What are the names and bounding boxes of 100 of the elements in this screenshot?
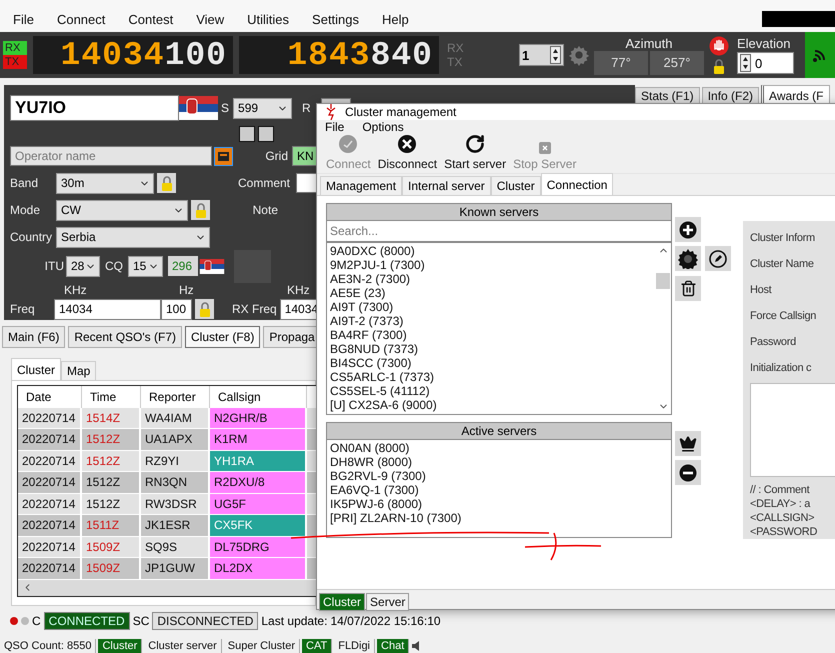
table-cell: R2DXU/8 bbox=[210, 472, 307, 494]
menu-item[interactable]: File bbox=[0, 12, 44, 27]
new-badge-icon bbox=[678, 248, 698, 268]
tab[interactable]: Map bbox=[61, 361, 96, 380]
tab[interactable]: Cluster bbox=[319, 593, 366, 611]
list-item[interactable]: CS5ARLC-1 (7373) bbox=[330, 370, 655, 384]
add-button[interactable] bbox=[675, 217, 701, 242]
lock-icon bbox=[713, 59, 725, 74]
menu-item[interactable]: Connect bbox=[44, 12, 116, 27]
spinner-arrows-icon[interactable] bbox=[550, 46, 561, 64]
callsign-field[interactable]: YU7IO bbox=[10, 95, 179, 121]
azimuth-value: 77° bbox=[594, 50, 648, 74]
menu-item[interactable]: Contest bbox=[115, 12, 184, 27]
settings-icon[interactable] bbox=[568, 44, 590, 66]
azimuth-value: 257° bbox=[650, 50, 704, 74]
band-select[interactable]: 30m bbox=[56, 172, 154, 194]
primary-button[interactable] bbox=[675, 431, 701, 456]
cluster-label: C bbox=[32, 614, 41, 628]
card-button[interactable] bbox=[214, 146, 233, 166]
field-label: Password bbox=[750, 335, 797, 350]
table-cell: 20220714 bbox=[18, 429, 82, 450]
hint-text: <CALLSIGN> bbox=[750, 511, 816, 525]
toolbar-button[interactable]: Start server bbox=[444, 134, 506, 171]
tab[interactable]: Cluster bbox=[490, 176, 541, 195]
list-item[interactable]: DH8WR (8000) bbox=[330, 455, 671, 469]
table-cell: 20220714 bbox=[18, 515, 82, 536]
tab[interactable]: Internal server bbox=[402, 176, 491, 195]
country-select[interactable]: Serbia bbox=[56, 226, 210, 248]
list-item[interactable]: AI9T-2 (7373) bbox=[330, 314, 655, 328]
flag-icon bbox=[179, 96, 218, 120]
menu-item[interactable]: Options bbox=[362, 120, 404, 134]
list-item[interactable]: 9M2PJU-1 (7300) bbox=[330, 258, 655, 272]
frequency-display: 14034100 bbox=[33, 36, 233, 74]
scroll-thumb[interactable] bbox=[656, 273, 670, 289]
list-item[interactable]: BA4RF (7300) bbox=[330, 328, 655, 342]
table-cell: 1512Z bbox=[82, 429, 141, 450]
new-button[interactable] bbox=[675, 246, 701, 271]
list-item[interactable]: AI9T (7300) bbox=[330, 300, 655, 314]
table-cell: 1512Z bbox=[82, 472, 141, 494]
list-item[interactable]: IK5PWJ-6 (8000) bbox=[330, 497, 671, 511]
cq-label: CQ bbox=[105, 259, 123, 273]
initialization-commands-field[interactable] bbox=[750, 383, 835, 477]
menu-item[interactable]: Utilities bbox=[234, 12, 300, 27]
frequency-hz-field[interactable]: 100 bbox=[161, 298, 192, 320]
operator-name-field[interactable]: Operator name bbox=[10, 146, 212, 166]
list-item[interactable]: BG2RVL-9 (7300) bbox=[330, 469, 671, 483]
horizontal-scrollbar[interactable] bbox=[18, 580, 317, 596]
itu-select[interactable]: 28 bbox=[66, 256, 100, 276]
rotator-spinner[interactable]: 1 bbox=[519, 44, 564, 66]
remove-button[interactable] bbox=[675, 460, 701, 485]
elevation-spinner[interactable]: 0 bbox=[737, 52, 794, 74]
freq-label: Freq bbox=[10, 302, 36, 316]
menu-item[interactable]: Help bbox=[369, 12, 419, 27]
list-item[interactable]: EA6VQ-1 (7300) bbox=[330, 483, 671, 497]
country-label: Country bbox=[10, 230, 54, 244]
mode-label: Mode bbox=[10, 203, 42, 217]
spinner-arrows-icon[interactable] bbox=[740, 54, 751, 72]
list-item[interactable]: BG8NUD (7373) bbox=[330, 342, 655, 356]
list-item[interactable]: ON0AN (8000) bbox=[330, 441, 671, 455]
plus-circle-icon bbox=[679, 220, 697, 238]
table-cell: N2GHR/B bbox=[210, 408, 307, 429]
tab[interactable]: Cluster (F8) bbox=[185, 326, 260, 348]
tab[interactable]: Connection bbox=[540, 173, 614, 195]
frequency-khz-field[interactable]: 14034 bbox=[54, 298, 161, 320]
list-item[interactable]: AE5E (23) bbox=[330, 286, 655, 300]
search-field[interactable]: Search... bbox=[326, 221, 672, 243]
list-item[interactable]: 9A0DXC (8000) bbox=[330, 244, 655, 258]
list-item[interactable]: AE3N-2 (7300) bbox=[330, 272, 655, 286]
lock-button[interactable] bbox=[195, 299, 214, 319]
toolbar-button[interactable]: Disconnect bbox=[378, 134, 438, 171]
delete-button[interactable] bbox=[675, 276, 701, 301]
menu-item[interactable]: Settings bbox=[299, 12, 370, 27]
list-item[interactable]: [U] CX2SA-6 (9000) bbox=[330, 398, 655, 412]
stop-hand-icon[interactable] bbox=[709, 36, 729, 56]
table-cell: 20220714 bbox=[18, 408, 82, 429]
table-cell: 1512Z bbox=[82, 494, 141, 515]
tab[interactable]: Cluster bbox=[11, 358, 62, 380]
list-item[interactable]: BI4SCC (7300) bbox=[330, 356, 655, 370]
lock-icon bbox=[194, 202, 206, 218]
itu-label: ITU bbox=[44, 259, 64, 273]
lock-button[interactable] bbox=[157, 173, 176, 193]
menu-item[interactable]: File bbox=[325, 120, 344, 134]
table-cell: 1514Z bbox=[82, 408, 141, 429]
flag-icon bbox=[198, 258, 226, 274]
menu-item[interactable]: View bbox=[183, 12, 234, 27]
status-dot bbox=[10, 617, 18, 625]
edit-icon bbox=[709, 250, 727, 268]
tab[interactable]: Server bbox=[366, 593, 410, 611]
mode-select[interactable]: CW bbox=[56, 200, 188, 220]
cq-select[interactable]: 15 bbox=[128, 256, 163, 276]
list-item[interactable]: [PRI] ZL2ARN-10 (7300) bbox=[330, 511, 671, 525]
lock-button[interactable] bbox=[191, 200, 210, 220]
hz-label: Hz bbox=[179, 283, 195, 297]
edit-button[interactable] bbox=[705, 246, 731, 271]
list-item[interactable]: CS5SEL-5 (41112) bbox=[330, 384, 655, 398]
tab[interactable]: Main (F6) bbox=[2, 326, 66, 348]
tab[interactable]: Management bbox=[320, 176, 402, 195]
tab[interactable]: Recent QSO's (F7) bbox=[68, 326, 182, 348]
rst-sent-select[interactable]: 599 bbox=[233, 98, 292, 118]
field-label: Cluster Inform bbox=[750, 231, 816, 246]
